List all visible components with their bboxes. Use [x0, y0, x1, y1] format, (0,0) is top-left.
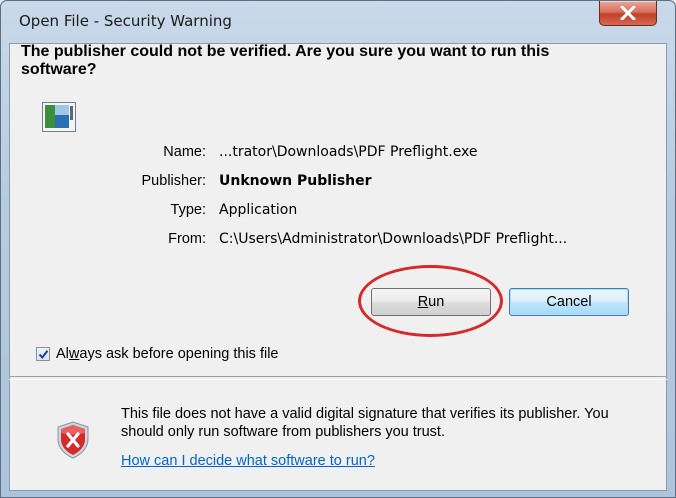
warning-heading: The publisher could not be verified. Are… — [21, 43, 550, 78]
always-ask-label-start: Al — [56, 346, 69, 362]
name-value: ...trator\Downloads\PDF Preflight.exe — [219, 144, 478, 160]
from-label: From: — [168, 231, 206, 247]
publisher-label: Publisher: — [141, 173, 206, 189]
always-ask-mnemonic: w — [68, 346, 80, 362]
type-value: Application — [219, 202, 298, 218]
run-button[interactable]: Run — [371, 288, 491, 316]
separator — [9, 376, 667, 380]
checkmark-icon — [38, 350, 49, 360]
type-label: Type: — [170, 202, 206, 218]
cancel-button-label: Cancel — [546, 294, 592, 310]
security-warning-dialog: Open File - Security Warning The publish… — [0, 0, 676, 498]
always-ask-checkbox[interactable] — [36, 347, 50, 361]
name-label: Name: — [163, 144, 206, 160]
always-ask-label-end: ays ask before opening this file — [79, 346, 279, 362]
run-mnemonic: R — [417, 294, 429, 310]
from-value: C:\Users\Administrator\Downloads\PDF Pre… — [219, 231, 568, 247]
close-button[interactable] — [599, 1, 657, 26]
window-title: Open File - Security Warning — [19, 12, 232, 30]
run-button-label: Run — [418, 294, 445, 310]
help-link[interactable]: How can I decide what software to run? — [121, 453, 375, 469]
publisher-value: Unknown Publisher — [219, 173, 372, 189]
title-bar[interactable]: Open File - Security Warning — [1, 1, 675, 43]
warning-message: This file does not have a valid digital … — [121, 406, 609, 440]
cancel-button[interactable]: Cancel — [509, 288, 629, 316]
always-ask-label: Always ask before opening this file — [56, 346, 278, 362]
run-label-rest: un — [428, 294, 445, 310]
application-icon — [42, 102, 76, 132]
close-icon — [620, 6, 636, 20]
security-shield-error-icon — [56, 421, 90, 459]
